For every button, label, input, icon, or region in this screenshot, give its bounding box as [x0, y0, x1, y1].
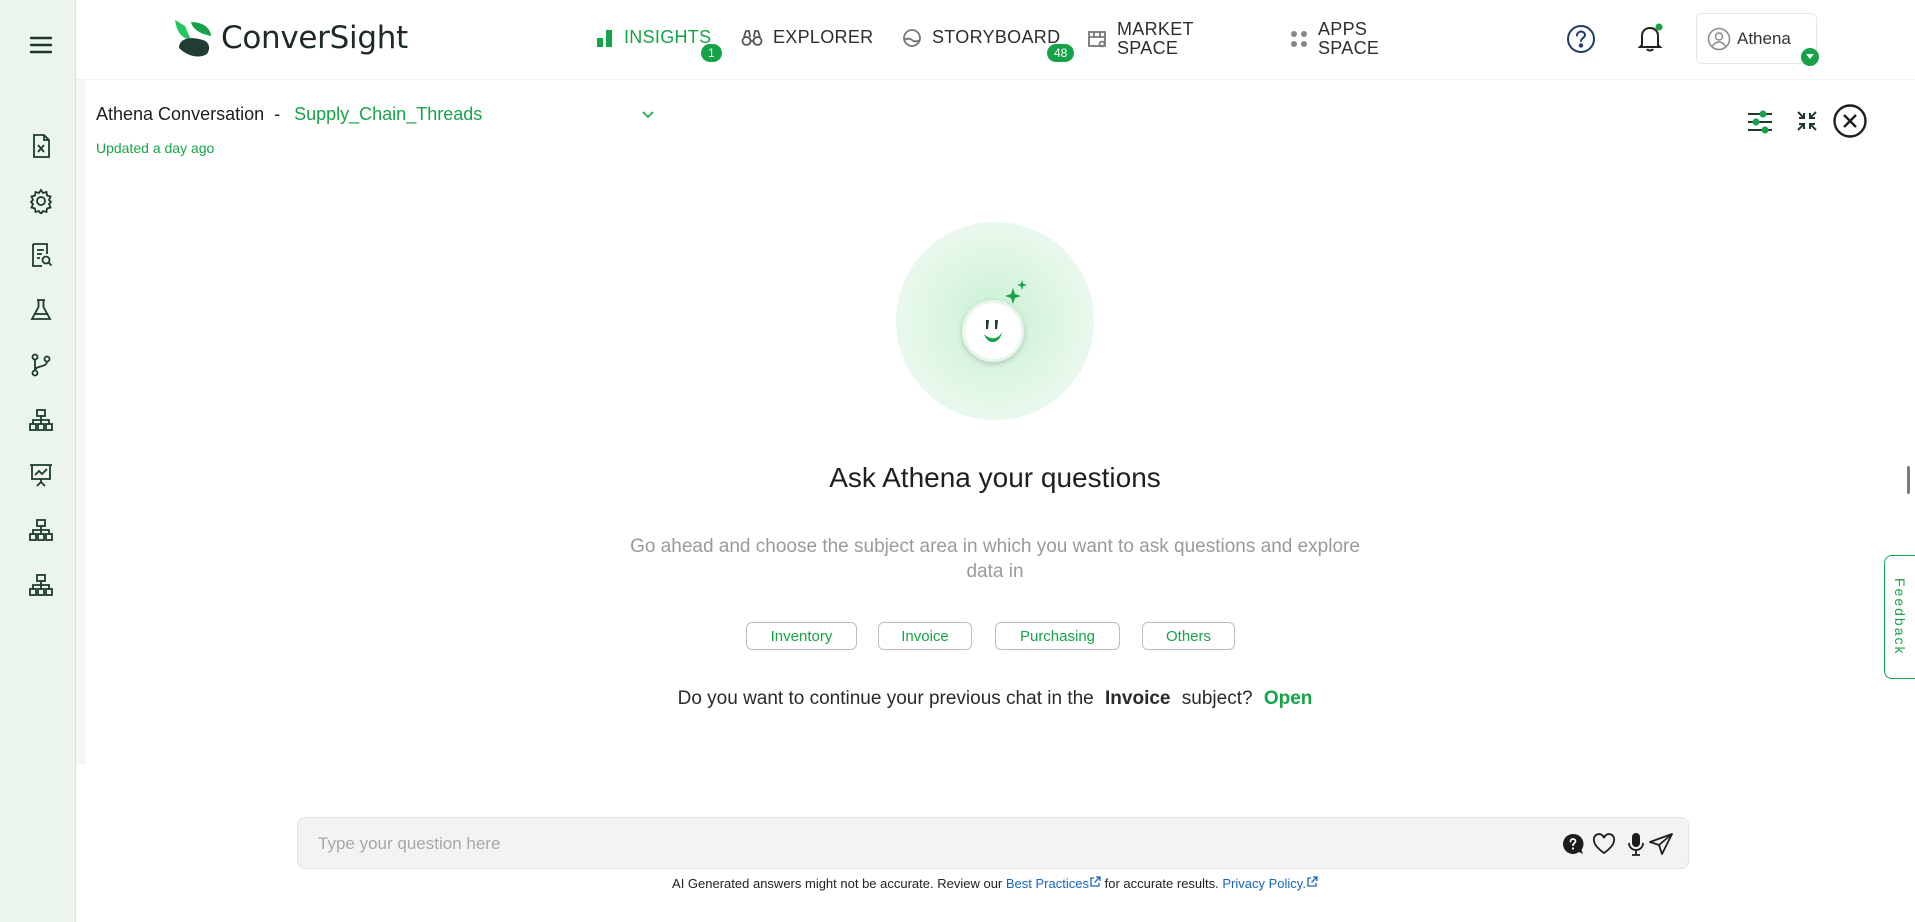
- question-input-box: [297, 817, 1689, 869]
- continue-suffix: subject?: [1181, 688, 1253, 709]
- main-description: Go ahead and choose the subject area in …: [630, 536, 1360, 582]
- hierarchy-icon[interactable]: [26, 570, 56, 600]
- nav-apps-line1: APPS: [1318, 19, 1368, 39]
- conversight-logo-icon: [175, 20, 211, 57]
- brand-name: ConverSight: [221, 20, 408, 56]
- binoculars-icon: [741, 29, 763, 46]
- nav-storyboard-label: STORYBOARD: [932, 27, 1061, 47]
- market-store-icon: [1088, 31, 1106, 48]
- brand-logo[interactable]: ConverSight: [171, 18, 408, 58]
- nav-insights-label: INSIGHTS: [624, 27, 712, 47]
- feedback-tab[interactable]: Feedback: [1884, 555, 1915, 679]
- subject-chip-purchasing[interactable]: Purchasing: [995, 622, 1120, 650]
- question-bubble-icon[interactable]: [1560, 831, 1586, 857]
- subject-chip-invoice[interactable]: Invoice: [878, 622, 972, 650]
- storyboard-icon: [903, 28, 921, 47]
- disclaimer-middle: for accurate results.: [1104, 876, 1219, 891]
- nav-explorer-label: EXPLORER: [773, 27, 874, 47]
- report-search-icon[interactable]: [26, 240, 56, 270]
- help-icon[interactable]: [1564, 22, 1598, 56]
- conversation-separator: -: [274, 104, 281, 124]
- chevron-down-icon[interactable]: [640, 106, 656, 127]
- close-icon[interactable]: [1832, 103, 1868, 139]
- updated-timestamp: Updated a day ago: [96, 140, 215, 156]
- heart-icon[interactable]: [1591, 831, 1617, 857]
- nav-insights[interactable]: INSIGHTS: [596, 27, 711, 48]
- sparkle-icon: [1000, 280, 1030, 317]
- continue-prompt: Do you want to continue your previous ch…: [0, 688, 1915, 710]
- left-rail: [0, 0, 76, 922]
- sliders-icon[interactable]: [1744, 108, 1776, 136]
- privacy-policy-link[interactable]: Privacy Policy.: [1222, 876, 1306, 891]
- nav-apps-space[interactable]: APPS SPACE: [1290, 20, 1379, 58]
- chevron-down-icon[interactable]: [1801, 48, 1819, 66]
- flask-icon[interactable]: [26, 295, 56, 325]
- user-name: Athena: [1737, 28, 1791, 48]
- subject-chip-inventory[interactable]: Inventory: [746, 622, 857, 650]
- bell-icon[interactable]: [1633, 20, 1667, 56]
- disclaimer-prefix: AI Generated answers might not be accura…: [672, 876, 1003, 891]
- top-header: ConverSight INSIGHTS 1 EXPLORER STORYBOA…: [76, 0, 1915, 80]
- question-input[interactable]: [318, 832, 1498, 856]
- hierarchy-icon[interactable]: [26, 515, 56, 545]
- insights-badge: 1: [701, 44, 722, 62]
- settings-gear-icon[interactable]: [26, 186, 56, 216]
- nav-storyboard[interactable]: STORYBOARD: [902, 27, 1060, 48]
- conversation-label: Athena Conversation: [96, 104, 265, 124]
- subject-dropdown[interactable]: Supply_Chain_Threads: [294, 104, 482, 124]
- user-menu-button[interactable]: Athena: [1696, 13, 1817, 64]
- external-link-icon: [1307, 876, 1318, 887]
- nav-explorer[interactable]: EXPLORER: [741, 27, 873, 48]
- excel-file-icon[interactable]: [26, 131, 56, 161]
- nav-market-line1: MARKET: [1117, 19, 1194, 39]
- git-branch-icon[interactable]: [26, 350, 56, 380]
- menu-icon[interactable]: [26, 32, 56, 58]
- bar-chart-icon: [597, 29, 612, 47]
- microphone-icon[interactable]: [1623, 831, 1649, 857]
- main-heading: Ask Athena your questions: [829, 462, 1161, 493]
- best-practices-link[interactable]: Best Practices: [1006, 876, 1089, 891]
- hierarchy-icon[interactable]: [26, 405, 56, 435]
- nav-market-space[interactable]: MARKET SPACE: [1087, 20, 1194, 58]
- panel-edge: [76, 80, 86, 764]
- nav-market-line2: SPACE: [1117, 38, 1179, 58]
- external-link-icon: [1090, 876, 1101, 887]
- send-icon[interactable]: [1648, 831, 1674, 857]
- collapse-icon[interactable]: [1794, 108, 1820, 134]
- nav-apps-line2: SPACE: [1318, 38, 1380, 58]
- user-icon: [1707, 27, 1731, 50]
- continue-prefix: Do you want to continue your previous ch…: [677, 688, 1094, 709]
- conversation-title: Athena Conversation - Supply_Chain_Threads: [96, 104, 482, 125]
- scrollbar-thumb[interactable]: [1907, 466, 1910, 494]
- ai-disclaimer: AI Generated answers might not be accura…: [0, 876, 1915, 891]
- apps-grid-icon: [1291, 31, 1307, 47]
- subject-chip-others[interactable]: Others: [1142, 622, 1235, 650]
- storyboard-badge: 48: [1047, 44, 1075, 62]
- open-link[interactable]: Open: [1264, 688, 1313, 709]
- continue-subject: Invoice: [1105, 688, 1171, 709]
- feedback-label: Feedback: [1892, 578, 1908, 656]
